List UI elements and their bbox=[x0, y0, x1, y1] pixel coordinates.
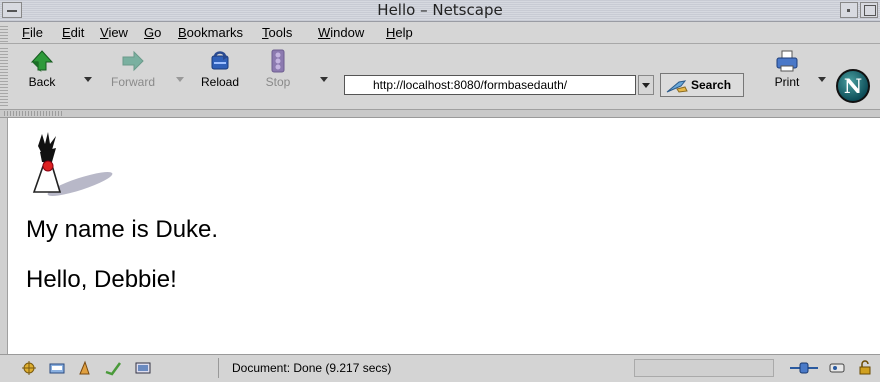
forward-button[interactable]: Forward bbox=[98, 48, 168, 89]
address-book-icon[interactable] bbox=[104, 360, 122, 376]
menu-window[interactable]: Window bbox=[318, 25, 364, 40]
menubar-grip[interactable] bbox=[0, 24, 8, 42]
menu-help[interactable]: Help bbox=[386, 25, 413, 40]
menu-view[interactable]: View bbox=[100, 25, 128, 40]
toolbar-grip[interactable] bbox=[0, 48, 8, 106]
forward-dropdown-arrow[interactable] bbox=[176, 77, 184, 82]
composer-icon[interactable] bbox=[76, 360, 94, 376]
menu-tools[interactable]: Tools bbox=[262, 25, 292, 40]
forward-arrow-icon bbox=[122, 50, 144, 72]
progress-bar bbox=[634, 359, 774, 377]
stop-button[interactable]: Stop bbox=[256, 48, 300, 89]
mail-icon[interactable] bbox=[48, 360, 66, 376]
print-dropdown-arrow[interactable] bbox=[818, 77, 826, 82]
back-arrow-icon bbox=[30, 50, 54, 72]
navigation-toolbar: Back Forward Reload Stop http://localhos… bbox=[0, 44, 880, 110]
tab-strip bbox=[0, 110, 880, 118]
menu-go[interactable]: Go bbox=[144, 25, 161, 40]
title-bar: Hello – Netscape bbox=[0, 0, 880, 22]
print-button[interactable]: Print bbox=[768, 48, 806, 89]
menu-file[interactable]: File bbox=[22, 25, 43, 40]
url-input[interactable]: http://localhost:8080/formbasedauth/ bbox=[344, 75, 636, 95]
cookie-icon[interactable] bbox=[828, 360, 846, 376]
menu-bookmarks[interactable]: Bookmarks bbox=[178, 25, 243, 40]
sidebar-edge bbox=[0, 118, 8, 354]
back-dropdown-arrow[interactable] bbox=[84, 77, 92, 82]
search-button[interactable]: Search bbox=[660, 73, 744, 97]
status-text: Document: Done (9.217 secs) bbox=[232, 361, 392, 375]
minimize-button[interactable] bbox=[840, 2, 858, 18]
window-title: Hello – Netscape bbox=[377, 1, 503, 19]
navigator-icon[interactable] bbox=[20, 360, 38, 376]
url-history-dropdown[interactable] bbox=[638, 75, 654, 95]
netscape-logo-icon[interactable]: N bbox=[836, 69, 870, 103]
page-content: My name is Duke. Hello, Debbie! bbox=[8, 118, 880, 354]
menu-bar: File Edit View Go Bookmarks Tools Window… bbox=[0, 22, 880, 44]
reload-icon bbox=[211, 51, 229, 70]
stop-dropdown-arrow[interactable] bbox=[320, 77, 328, 82]
printer-icon bbox=[776, 50, 798, 72]
reload-button[interactable]: Reload bbox=[194, 48, 246, 89]
duke-mascot-image bbox=[32, 132, 113, 196]
security-lock-icon[interactable] bbox=[856, 360, 874, 376]
duke-greeting-text: My name is Duke. bbox=[26, 216, 219, 243]
search-icon bbox=[666, 80, 688, 93]
stop-icon bbox=[271, 49, 285, 73]
chat-icon[interactable] bbox=[134, 360, 152, 376]
maximize-button[interactable] bbox=[860, 2, 878, 18]
online-status-icon[interactable] bbox=[788, 360, 820, 376]
menu-edit[interactable]: Edit bbox=[62, 25, 84, 40]
back-button[interactable]: Back bbox=[22, 48, 62, 89]
user-greeting-text: Hello, Debbie! bbox=[26, 266, 177, 293]
status-bar: Document: Done (9.217 secs) bbox=[0, 354, 880, 382]
